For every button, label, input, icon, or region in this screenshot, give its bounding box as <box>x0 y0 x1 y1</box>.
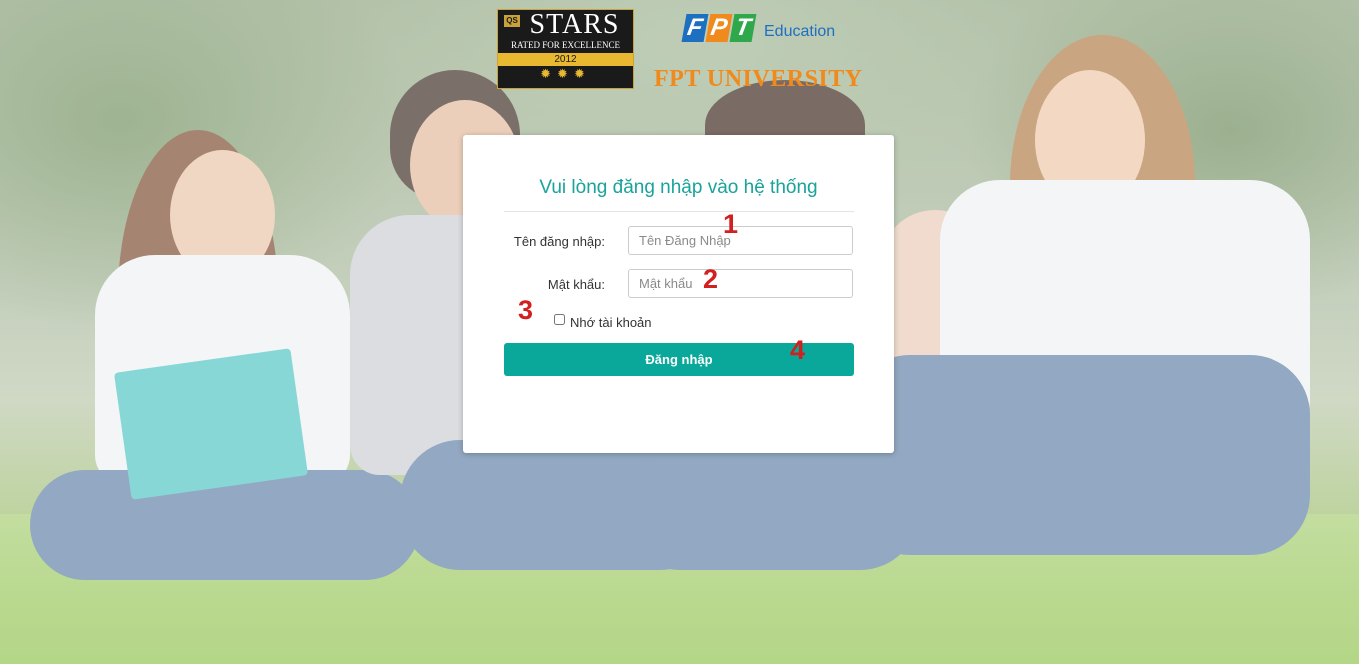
username-input[interactable] <box>628 226 853 255</box>
password-label: Mật khẩu: <box>547 277 605 292</box>
step-marker-1: 1 <box>723 209 739 239</box>
login-card: Vui lòng đăng nhập vào hệ thống Tên đăng… <box>463 135 894 453</box>
title-divider <box>504 211 854 212</box>
username-label: Tên đăng nhập: <box>513 234 605 249</box>
password-input[interactable] <box>628 269 853 298</box>
step-marker-3: 3 <box>518 295 534 325</box>
fpt-education-text: Education <box>764 23 836 40</box>
fpt-letter-t: T <box>729 14 757 42</box>
qs-tag: QS <box>504 15 520 27</box>
login-title: Vui lòng đăng nhập vào hệ thống <box>539 177 818 198</box>
step-marker-4: 4 <box>790 335 806 365</box>
qs-stars-title: STARS <box>529 9 620 40</box>
step-marker-2: 2 <box>703 264 719 294</box>
qs-stars-logo: QS STARS RATED FOR EXCELLENCE 2012 ✹✹✹ <box>497 9 634 89</box>
fpt-letter-p: P <box>705 14 733 42</box>
fpt-university-wordmark: FPT UNIVERSITY <box>654 66 863 92</box>
qs-stars-subtitle: RATED FOR EXCELLENCE <box>511 40 620 50</box>
fpt-education-logo: FPT Education <box>681 14 835 48</box>
remember-me-label: Nhớ tài khoản <box>570 315 652 330</box>
fpt-letter-f: F <box>681 14 709 42</box>
qs-rating-stars-icon: ✹✹✹ <box>540 66 591 81</box>
remember-me-checkbox[interactable] <box>554 314 565 325</box>
qs-stars-year: 2012 <box>498 53 633 66</box>
